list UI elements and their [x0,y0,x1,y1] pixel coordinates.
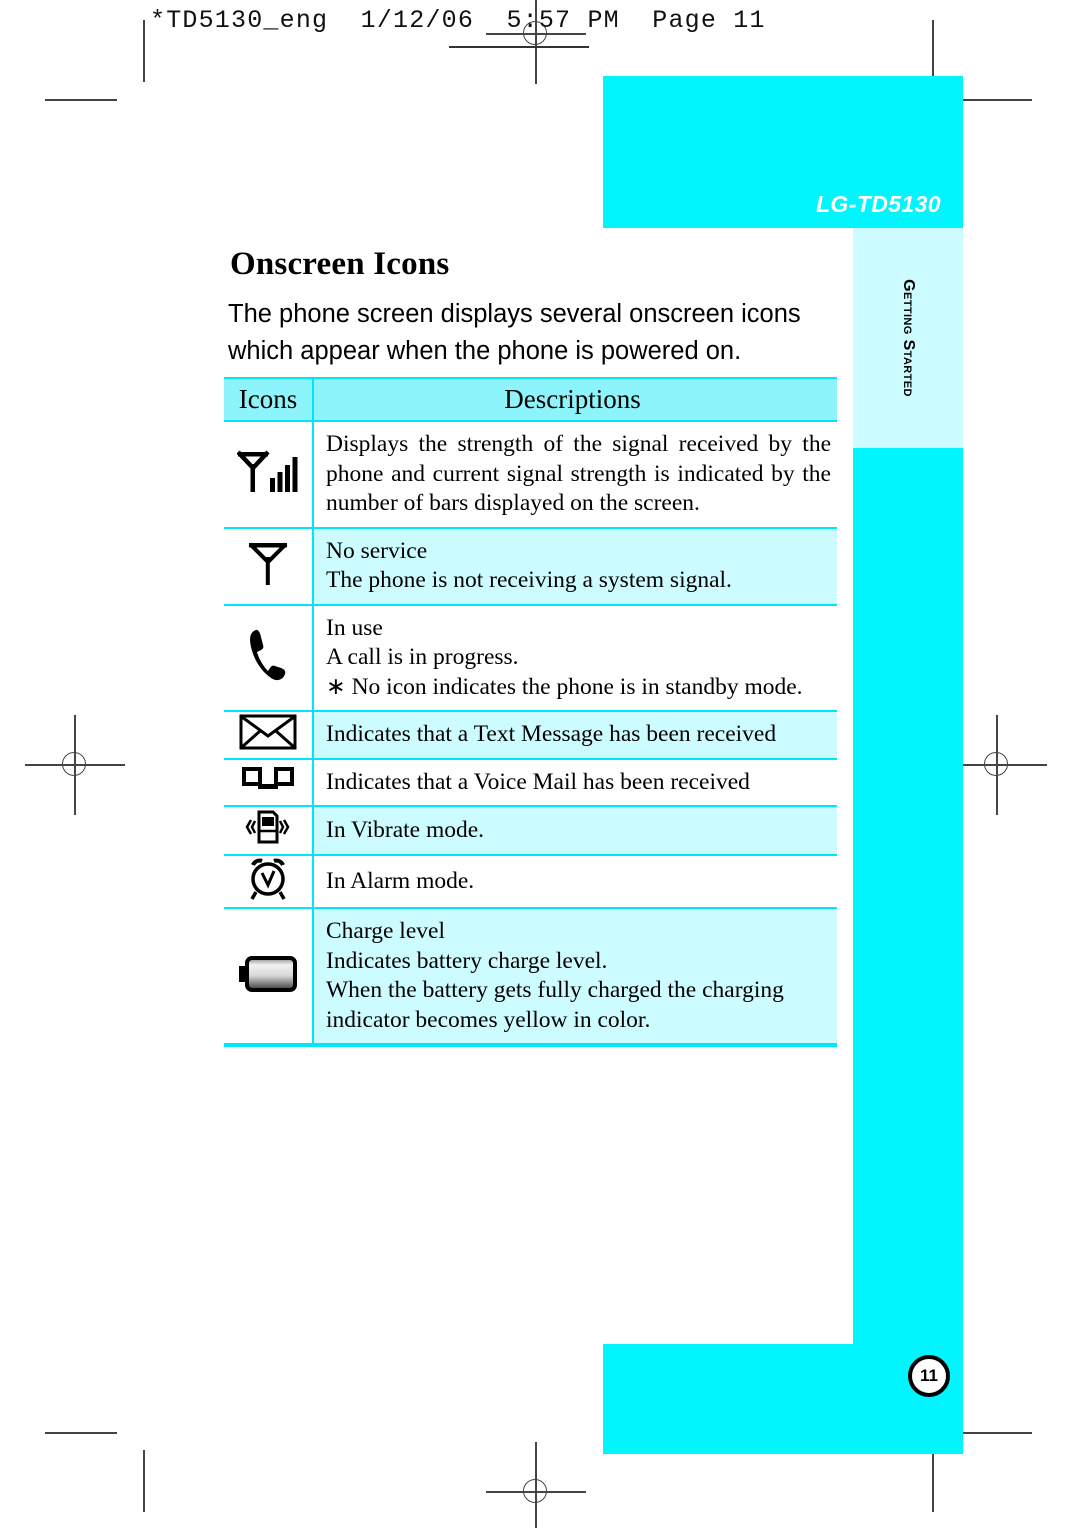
table-row: In Vibrate mode. [224,805,837,856]
table-row: In use A call is in progress. ∗ No icon … [224,603,837,712]
description-line: Indicates that a Text Message has been r… [326,721,777,747]
header-banner: LG-TD5130 [603,76,963,228]
page-title: Onscreen Icons [230,246,450,282]
side-tab-other-sections [853,448,963,1358]
intro-paragraph: The phone screen displays several onscre… [228,300,801,365]
no-service-antenna-icon [246,539,290,589]
description-line: Displays the strength of the signal rece… [326,431,831,516]
description-line: In use [326,614,383,641]
side-tab-label: Getting Started [853,228,963,448]
description-line: In Alarm mode. [326,867,475,894]
crop-mark-top-right-v [932,20,935,82]
registration-mark-right [947,715,1047,815]
side-tab-text: Getting Started [900,279,917,397]
description-cell: Indicates that a Text Message has been r… [313,710,837,760]
table-row: Indicates that a Text Message has been r… [224,710,837,760]
print-header-text: *TD5130_eng 1/12/06 5:57 PM Page 11 [150,6,766,35]
crop-mark-bottom-left-h [45,1432,117,1435]
in-use-handset-icon [248,628,288,682]
description-cell: No service The phone is not receiving a … [313,526,837,606]
crop-mark-bottom-right-h [960,1432,1032,1435]
description-cell: Indicates that a Voice Mail has been rec… [313,757,837,807]
description-line: No service [326,537,428,564]
description-line: indicator becomes yellow in color. [326,1006,651,1033]
table-row: Charge level Indicates battery charge le… [224,907,837,1047]
description-line: Indicates battery charge level. [326,947,608,974]
icon-cell [224,757,314,807]
description-line: Indicates that a Voice Mail has been rec… [326,768,750,795]
description-line: ∗ No icon indicates the phone is in stan… [326,673,803,700]
signal-strength-icon [236,448,299,496]
text-message-envelope-icon [239,712,297,752]
table-row: No service The phone is not receiving a … [224,526,837,606]
table-header-row: Icons Descriptions [224,377,837,422]
crop-mark-bottom-right-v [932,1450,935,1512]
icon-cell [224,420,314,529]
table-row: Indicates that a Voice Mail has been rec… [224,757,837,807]
icon-cell [224,854,314,909]
icon-cell [224,907,314,1047]
registration-mark-bottom [486,1442,586,1528]
page-number-badge: 11 [908,1355,950,1397]
table-row: Displays the strength of the signal rece… [224,420,837,529]
icon-cell [224,603,314,712]
icon-cell [224,526,314,606]
description-line: A call is in progress. [326,644,519,670]
onscreen-icons-table: Icons Descriptions Displays the strength… [224,377,837,1047]
description-cell: In Vibrate mode. [313,805,837,856]
crop-mark-top-right-h [960,99,1032,102]
description-line: The phone is not receiving a system sign… [326,567,732,593]
icon-cell [224,710,314,760]
description-cell: Charge level Indicates battery charge le… [313,907,837,1047]
model-name-label: LG-TD5130 [815,191,941,217]
crop-mark-top-left-v [143,20,146,82]
description-cell: In Alarm mode. [313,854,837,909]
column-header-descriptions: Descriptions [313,377,837,422]
description-line: When the battery gets fully charged the … [326,977,784,1003]
description-cell: Displays the strength of the signal rece… [313,420,837,529]
crop-mark-bottom-left-v [143,1450,146,1512]
registration-mark-left [25,715,125,815]
description-line: Charge level [326,918,445,944]
footer-banner [603,1344,963,1454]
vibrate-mode-icon [239,807,297,849]
print-header-rule [449,46,589,48]
voice-mail-cassette-icon [241,766,295,794]
icon-cell [224,805,314,856]
crop-mark-top-left-h [45,99,117,102]
column-header-icons: Icons [224,377,314,422]
table-row: In Alarm mode. [224,854,837,909]
description-line: In Vibrate mode. [326,816,485,843]
description-cell: In use A call is in progress. ∗ No icon … [313,603,837,712]
alarm-clock-icon [244,856,292,902]
manual-page: *TD5130_eng 1/12/06 5:57 PM Page 11 LG-T… [0,0,1080,1528]
battery-charge-icon [237,953,299,995]
